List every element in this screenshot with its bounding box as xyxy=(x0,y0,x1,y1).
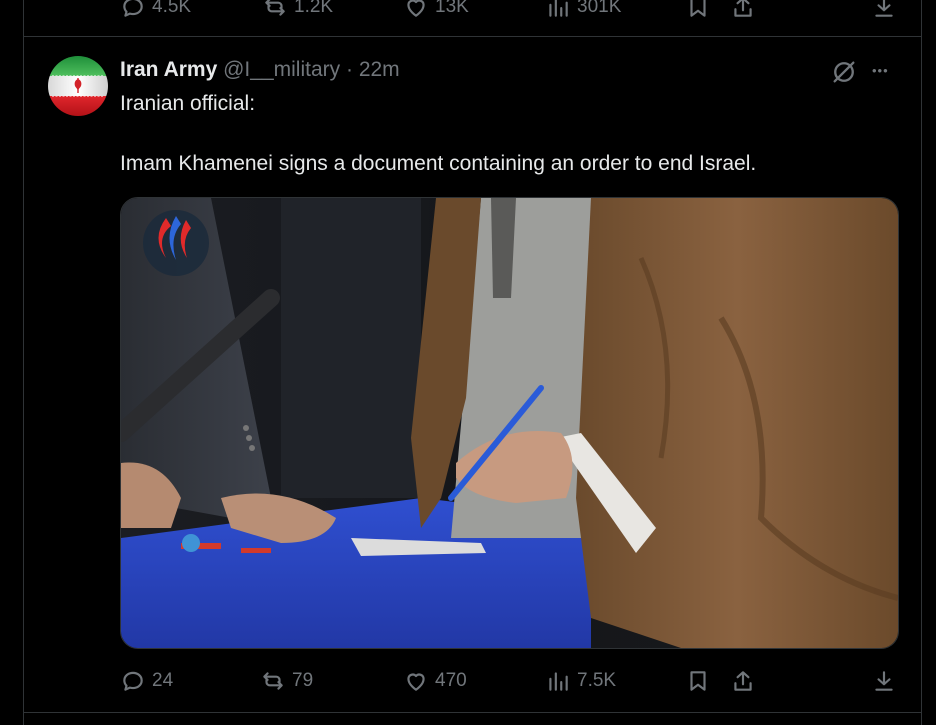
more-button[interactable]: ••• xyxy=(872,58,889,84)
view-count: 7.5K xyxy=(577,670,617,691)
heart-icon xyxy=(407,0,425,17)
tweet-text-line-1: Iranian official: xyxy=(120,92,256,115)
prev-like-count: 13K xyxy=(435,0,469,17)
prev-views-button[interactable]: 301K xyxy=(545,0,621,20)
download-icon xyxy=(875,671,893,691)
avatar[interactable] xyxy=(48,56,108,116)
prev-bookmark-button[interactable] xyxy=(685,0,711,20)
reply-button[interactable]: 24 xyxy=(120,668,173,694)
repost-button[interactable]: 79 xyxy=(260,668,313,694)
bookmark-icon xyxy=(690,0,706,17)
prev-reply-button[interactable]: 4.5K xyxy=(120,0,191,20)
tweet-media-image[interactable] xyxy=(120,197,899,649)
bookmark-icon xyxy=(690,671,706,691)
prev-repost-count: 1.2K xyxy=(294,0,334,17)
photo-signing-document xyxy=(121,198,898,648)
repost-icon xyxy=(265,0,285,16)
prev-share-button[interactable] xyxy=(730,0,756,20)
tweet-text-line-2: Imam Khamenei signs a document containin… xyxy=(120,152,757,175)
iran-flag-avatar-image xyxy=(48,56,108,116)
prev-download-button[interactable] xyxy=(871,0,897,20)
tweet-action-bar: 24 79 470 7.5K xyxy=(0,662,936,702)
prev-like-button[interactable]: 13K xyxy=(403,0,469,20)
grok-icon xyxy=(833,61,855,83)
like-button[interactable]: 470 xyxy=(403,668,467,694)
share-button[interactable] xyxy=(730,668,756,694)
prev-reply-count: 4.5K xyxy=(152,0,192,17)
timeline-border-right xyxy=(921,0,922,725)
bar-chart-icon xyxy=(549,0,568,17)
prev-tweet-action-bar: 4.5K 1.2K 13K 301K xyxy=(0,0,936,26)
tweet-separator xyxy=(23,36,922,37)
tweet-time[interactable]: 22m xyxy=(359,58,400,81)
download-button[interactable] xyxy=(871,668,897,694)
header-separator: · xyxy=(345,58,353,81)
share-icon xyxy=(734,671,752,691)
prev-repost-button[interactable]: 1.2K xyxy=(262,0,333,20)
tweet-header: Iran Army @I__military · 22m xyxy=(120,58,400,82)
bar-chart-icon xyxy=(549,672,568,691)
more-icon: ••• xyxy=(872,63,889,78)
grok-button[interactable] xyxy=(830,58,858,91)
repost-icon xyxy=(263,672,283,690)
prev-view-count: 301K xyxy=(577,0,622,17)
author-handle[interactable]: @I__military xyxy=(223,58,340,81)
download-icon xyxy=(875,0,893,17)
author-name[interactable]: Iran Army xyxy=(120,58,217,81)
repost-count: 79 xyxy=(292,670,314,691)
tweet-bottom-separator xyxy=(23,712,922,713)
heart-icon xyxy=(407,673,425,691)
like-count: 470 xyxy=(435,670,467,691)
reply-count: 24 xyxy=(152,670,174,691)
reply-icon xyxy=(123,0,143,17)
timeline-border-left xyxy=(23,0,24,725)
share-icon xyxy=(734,0,752,17)
reply-icon xyxy=(123,671,143,691)
bookmark-button[interactable] xyxy=(685,668,711,694)
views-button[interactable]: 7.5K xyxy=(545,668,616,694)
